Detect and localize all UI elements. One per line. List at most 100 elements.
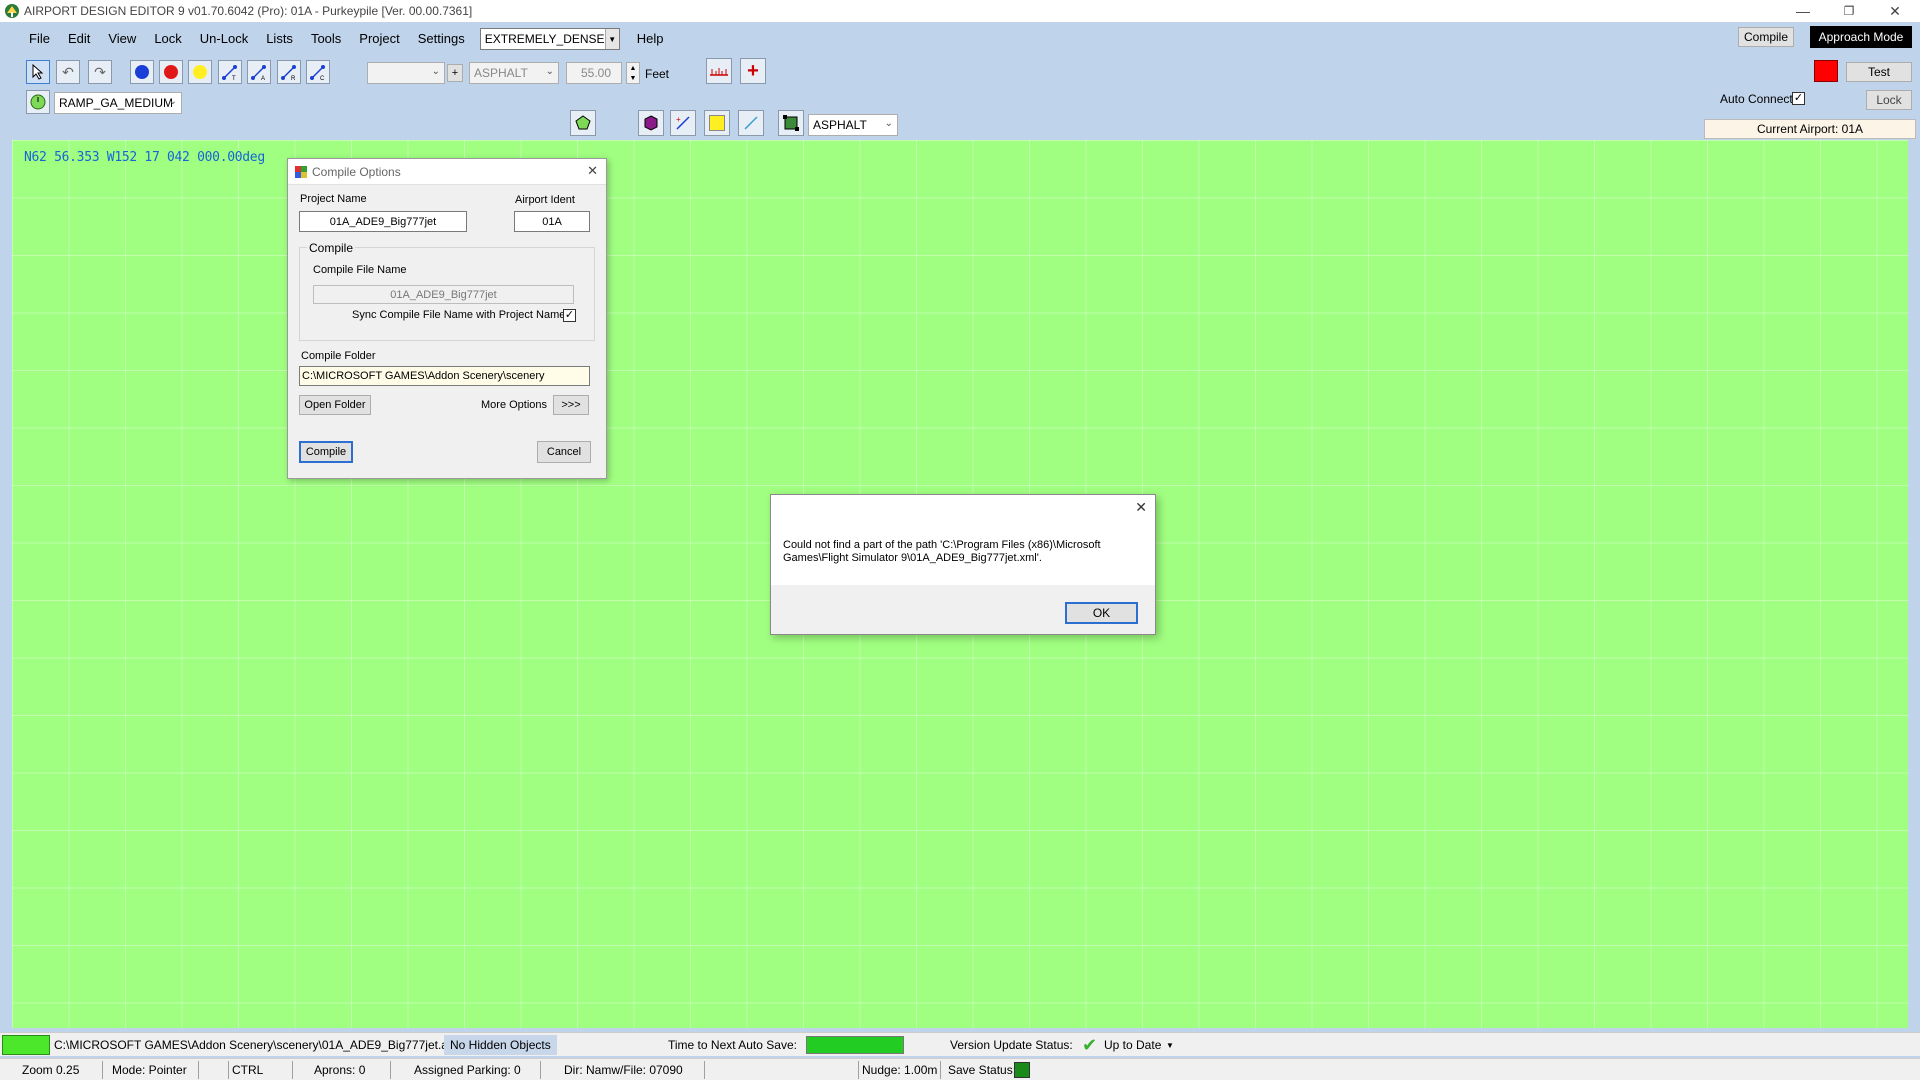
runway-link-icon: R bbox=[281, 65, 296, 81]
red-node-button[interactable] bbox=[159, 60, 183, 84]
wand-icon: + bbox=[676, 115, 690, 130]
hidden-objects-badge[interactable]: No Hidden Objects bbox=[444, 1035, 557, 1055]
project-name-field[interactable]: 01A_ADE9_Big777jet bbox=[299, 211, 467, 232]
svg-text:+: + bbox=[676, 115, 681, 124]
approach-mode-button[interactable]: Approach Mode bbox=[1810, 26, 1912, 48]
dir-status: Dir: Namw/File: 07090 bbox=[564, 1063, 683, 1077]
compile-file-name-field: 01A_ADE9_Big777jet bbox=[313, 285, 574, 304]
status-separator bbox=[940, 1061, 941, 1079]
compile-file-name-label: Compile File Name bbox=[313, 264, 407, 276]
svg-text:A: A bbox=[261, 76, 265, 81]
chevron-down-icon: ⌄ bbox=[431, 66, 440, 77]
closed-link-button[interactable]: C bbox=[306, 60, 330, 84]
menu-edit[interactable]: Edit bbox=[59, 28, 99, 50]
status-separator bbox=[704, 1061, 705, 1079]
yellow-node-button[interactable] bbox=[188, 60, 212, 84]
status-bar-top: C:\MICROSOFT GAMES\Addon Scenery\scenery… bbox=[0, 1032, 1920, 1056]
ramp-tool-button[interactable] bbox=[26, 90, 50, 114]
menu-view[interactable]: View bbox=[99, 28, 145, 50]
chevron-down-icon: ⌄ bbox=[884, 118, 893, 129]
airport-ident-field[interactable]: 01A bbox=[514, 211, 590, 232]
closed-link-icon: C bbox=[310, 65, 325, 81]
menu-lock[interactable]: Lock bbox=[145, 28, 190, 50]
checkmark-icon: ✔ bbox=[1082, 1034, 1098, 1055]
close-button[interactable]: ✕ bbox=[1872, 0, 1918, 22]
ctrl-status: CTRL bbox=[232, 1063, 264, 1077]
menu-unlock[interactable]: Un-Lock bbox=[191, 28, 257, 50]
chevron-down-icon[interactable]: ▼ bbox=[1166, 1034, 1174, 1056]
version-status-value[interactable]: Up to Date bbox=[1104, 1034, 1161, 1056]
blue-dot-icon bbox=[135, 65, 149, 79]
surface-combo[interactable]: ASPHALT ⌄ bbox=[469, 62, 559, 84]
menu-project[interactable]: Project bbox=[350, 28, 408, 50]
auto-connect-label: Auto Connect bbox=[1720, 92, 1793, 106]
density-value: EXTREMELY_DENSE bbox=[484, 32, 605, 46]
object-tool-button[interactable] bbox=[638, 110, 664, 136]
width-spinner[interactable]: ▲ ▼ bbox=[626, 62, 640, 84]
runway-link-button[interactable]: R bbox=[277, 60, 301, 84]
close-icon[interactable]: ✕ bbox=[587, 163, 598, 179]
auto-connect-checkbox[interactable]: ✓ bbox=[1792, 92, 1805, 105]
blue-node-button[interactable] bbox=[130, 60, 154, 84]
menu-file[interactable]: File bbox=[20, 28, 59, 50]
menu-lists[interactable]: Lists bbox=[257, 28, 302, 50]
save-status-label: Save Status: bbox=[948, 1063, 1017, 1077]
test-button[interactable]: Test bbox=[1846, 62, 1912, 82]
dialog-app-icon bbox=[295, 165, 307, 178]
close-icon[interactable]: ✕ bbox=[1135, 499, 1147, 516]
add-name-button[interactable]: + bbox=[447, 64, 463, 82]
width-stepper[interactable]: 55.00 bbox=[566, 62, 622, 84]
pointer-icon bbox=[32, 64, 44, 80]
red-plus-icon: + bbox=[747, 60, 759, 82]
spin-down-icon: ▼ bbox=[629, 74, 637, 82]
link-name-combo[interactable]: ⌄ bbox=[367, 62, 445, 84]
zoom-status: Zoom 0.25 bbox=[22, 1063, 80, 1077]
sync-checkbox[interactable]: ✓ bbox=[563, 309, 576, 322]
more-options-button[interactable]: >>> bbox=[553, 395, 589, 415]
apron-surface-combo[interactable]: ASPHALT ⌄ bbox=[808, 114, 898, 136]
apron-link-icon: A bbox=[251, 65, 266, 81]
hexagon-icon bbox=[644, 115, 658, 131]
cancel-button[interactable]: Cancel bbox=[537, 441, 591, 463]
undo-icon: ↶ bbox=[62, 63, 74, 80]
apron-tool-button[interactable] bbox=[778, 110, 804, 136]
lock-button[interactable]: Lock bbox=[1866, 90, 1912, 110]
chevron-down-icon[interactable]: ▼ bbox=[604, 29, 619, 49]
density-combo[interactable]: EXTREMELY_DENSE ▼ bbox=[479, 28, 620, 50]
yellow-square-button[interactable] bbox=[704, 110, 730, 136]
chevron-down-icon: ⌄ bbox=[168, 96, 177, 107]
yellow-square-icon bbox=[709, 115, 725, 131]
compile-button[interactable]: Compile bbox=[1738, 27, 1794, 47]
redo-button[interactable]: ↷ bbox=[88, 60, 112, 84]
status-separator bbox=[198, 1061, 199, 1079]
add-point-button[interactable]: + bbox=[740, 58, 766, 84]
restore-button[interactable]: ❐ bbox=[1826, 0, 1872, 22]
auto-save-progress bbox=[806, 1036, 904, 1054]
sync-label: Sync Compile File Name with Project Name bbox=[352, 309, 566, 321]
compile-submit-button[interactable]: Compile bbox=[299, 441, 353, 463]
more-options-label: More Options bbox=[481, 399, 548, 411]
title-bar: AIRPORT DESIGN EDITOR 9 v01.70.6042 (Pro… bbox=[0, 0, 1920, 22]
ramp-type-combo[interactable]: RAMP_GA_MEDIUM ⌄ bbox=[54, 92, 182, 114]
error-message-area: Could not find a part of the path 'C:\Pr… bbox=[771, 523, 1155, 585]
ok-button[interactable]: OK bbox=[1065, 602, 1138, 624]
apron-link-button[interactable]: A bbox=[247, 60, 271, 84]
polygon-tool-button[interactable] bbox=[570, 110, 596, 136]
taxi-link-button[interactable]: T bbox=[218, 60, 242, 84]
version-status-label: Version Update Status: bbox=[950, 1038, 1073, 1052]
measure-button[interactable] bbox=[706, 58, 732, 84]
menu-help[interactable]: Help bbox=[628, 28, 673, 50]
menu-tools[interactable]: Tools bbox=[302, 28, 350, 50]
undo-button[interactable]: ↶ bbox=[56, 60, 80, 84]
open-folder-button[interactable]: Open Folder bbox=[299, 395, 371, 415]
diagonal-line-icon bbox=[744, 116, 758, 130]
pointer-tool-button[interactable] bbox=[26, 60, 50, 84]
error-message-dialog: ✕ Could not find a part of the path 'C:\… bbox=[770, 494, 1156, 635]
status-separator bbox=[390, 1061, 391, 1079]
save-status-indicator bbox=[1014, 1062, 1030, 1078]
minimize-button[interactable]: — bbox=[1780, 0, 1826, 22]
edge-tool-button[interactable] bbox=[738, 110, 764, 136]
compile-folder-field[interactable]: C:\MICROSOFT GAMES\Addon Scenery\scenery bbox=[299, 366, 590, 386]
line-tool-button[interactable]: + bbox=[670, 110, 696, 136]
menu-settings[interactable]: Settings bbox=[409, 28, 474, 50]
